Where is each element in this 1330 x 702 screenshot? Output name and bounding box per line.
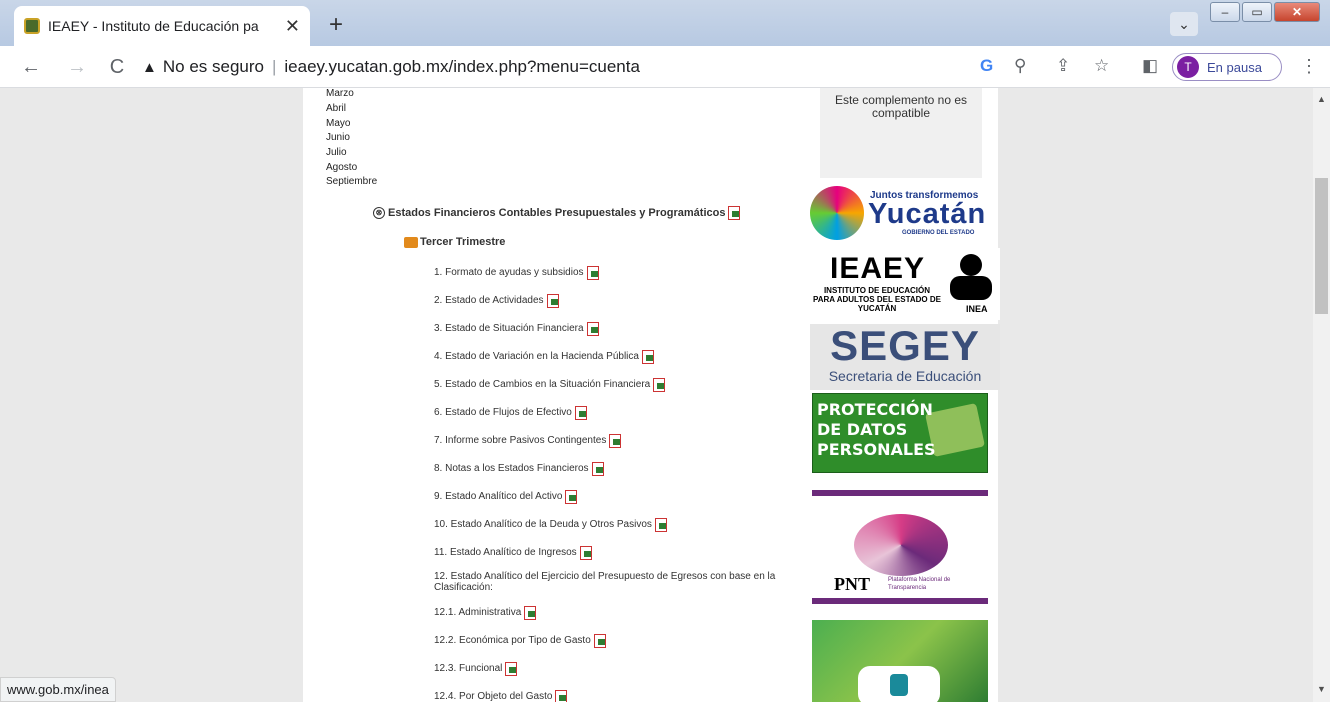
pdf-icon[interactable]: [728, 206, 741, 220]
list-item[interactable]: 12.1. Administrativa: [434, 606, 784, 620]
pdf-icon[interactable]: [586, 266, 599, 280]
pdf-icon[interactable]: [591, 462, 604, 476]
list-item[interactable]: 8. Notas a los Estados Financieros: [434, 462, 784, 476]
subsection-header[interactable]: Tercer Trimestre: [404, 236, 505, 248]
toolbar: ← → C ▲ No es seguro | ieaey.yucatan.gob…: [0, 46, 1330, 88]
tab-search-icon[interactable]: ⌄: [1170, 12, 1198, 36]
ieaey-banner[interactable]: IEAEY INSTITUTO DE EDUCACIÓN PARA ADULTO…: [810, 248, 1000, 320]
pdf-icon[interactable]: [654, 518, 667, 532]
browser-chrome: IEAEY - Instituto de Educación pa ✕ + ⌄ …: [0, 0, 1330, 88]
month-link[interactable]: Agosto: [326, 162, 357, 173]
pdf-icon[interactable]: [586, 322, 599, 336]
reader-head-icon: [960, 254, 982, 276]
month-link[interactable]: Mayo: [326, 118, 350, 129]
list-item[interactable]: 3. Estado de Situación Financiera: [434, 322, 784, 336]
menu-kebab-icon[interactable]: ⋮: [1300, 56, 1318, 77]
security-label[interactable]: No es seguro: [163, 57, 264, 77]
list-item[interactable]: 1. Formato de ayudas y subsidios: [434, 266, 784, 280]
pdf-icon[interactable]: [609, 434, 622, 448]
juntos-yucatan-banner[interactable]: Juntos transformemos Yucatán GOBIERNO DE…: [810, 184, 992, 244]
pdf-icon[interactable]: [565, 490, 578, 504]
new-tab-button[interactable]: +: [322, 12, 350, 40]
avatar: T: [1177, 56, 1199, 78]
url-text[interactable]: ieaey.yucatan.gob.mx/index.php?menu=cuen…: [284, 57, 640, 77]
yucatan-logo-icon: [810, 186, 864, 240]
window-controls: – ▭ ✕: [1210, 2, 1320, 22]
vertical-scrollbar[interactable]: ▲ ▼: [1313, 88, 1330, 702]
address-separator: |: [271, 57, 277, 76]
scroll-up-icon[interactable]: ▲: [1317, 94, 1326, 104]
month-link[interactable]: Abril: [326, 103, 346, 114]
list-item[interactable]: 12.3. Funcional: [434, 662, 784, 676]
warning-icon: ▲: [142, 58, 157, 76]
month-link[interactable]: Julio: [326, 147, 347, 158]
back-button[interactable]: ←: [18, 54, 44, 80]
pdf-icon[interactable]: [546, 294, 559, 308]
proteccion-datos-banner[interactable]: PROTECCIÓN DE DATOS PERSONALES: [812, 393, 988, 473]
list-item[interactable]: 12.2. Económica por Tipo de Gasto: [434, 634, 784, 648]
mexico-map-icon: [854, 514, 948, 576]
list-item[interactable]: 7. Informe sobre Pasivos Contingentes: [434, 434, 784, 448]
section-title: Estados Financieros Contables Presupuest…: [388, 206, 726, 219]
forward-button[interactable]: →: [64, 54, 90, 80]
pdf-icon[interactable]: [505, 662, 518, 676]
list-item[interactable]: 11. Estado Analítico de Ingresos: [434, 546, 784, 560]
list-item[interactable]: 9. Estado Analítico del Activo: [434, 490, 784, 504]
list-item[interactable]: 4. Estado de Variación en la Hacienda Pú…: [434, 350, 784, 364]
section-header[interactable]: ⊗ Estados Financieros Contables Presupue…: [373, 206, 741, 220]
list-item[interactable]: 2. Estado de Actividades: [434, 294, 784, 308]
bookmark-star-icon[interactable]: ☆: [1094, 56, 1109, 76]
sidebar: Este complemento no es compatible Juntos…: [806, 88, 1000, 702]
pdf-icon[interactable]: [641, 350, 654, 364]
zoom-icon[interactable]: ⚲: [1014, 56, 1026, 76]
subsection-title: Tercer Trimestre: [420, 236, 506, 248]
main-content: Marzo Abril Mayo Junio Julio Agosto Sept…: [303, 88, 806, 702]
google-translate-icon[interactable]: G: [980, 56, 993, 76]
share-icon[interactable]: ⇪: [1056, 56, 1070, 76]
inaip-banner[interactable]: [812, 620, 988, 702]
profile-button[interactable]: T En pausa: [1172, 53, 1282, 81]
list-item: 12. Estado Analítico del Ejercicio del P…: [434, 571, 776, 593]
list-item[interactable]: 6. Estado de Flujos de Efectivo: [434, 406, 784, 420]
window-close-button[interactable]: ✕: [1274, 2, 1320, 22]
tab-title: IEAEY - Instituto de Educación pa: [48, 18, 259, 34]
month-link[interactable]: Junio: [326, 132, 350, 143]
address-bar[interactable]: ▲ No es seguro | ieaey.yucatan.gob.mx/in…: [142, 51, 972, 83]
pdf-icon[interactable]: [593, 634, 606, 648]
list-item[interactable]: 10. Estado Analítico de la Deuda y Otros…: [434, 518, 784, 532]
page-viewport: Marzo Abril Mayo Junio Julio Agosto Sept…: [0, 88, 1313, 702]
list-item[interactable]: 5. Estado de Cambios en la Situación Fin…: [434, 378, 784, 392]
list-item[interactable]: 12.4. Por Objeto del Gasto: [434, 690, 784, 702]
month-link[interactable]: Septiembre: [326, 176, 377, 187]
month-link[interactable]: Marzo: [326, 88, 354, 99]
pdf-icon[interactable]: [579, 546, 592, 560]
status-bar-url: www.gob.mx/inea: [0, 677, 116, 702]
segey-banner[interactable]: SEGEY Secretaria de Educación: [810, 324, 1000, 390]
maximize-button[interactable]: ▭: [1242, 2, 1272, 22]
folder-icon: [404, 236, 418, 248]
pdf-icon[interactable]: [653, 378, 666, 392]
pdf-icon[interactable]: [574, 406, 587, 420]
reload-button[interactable]: C: [104, 54, 130, 80]
tab-ieaey[interactable]: IEAEY - Instituto de Educación pa ✕: [14, 6, 310, 46]
scroll-down-icon[interactable]: ▼: [1317, 684, 1326, 694]
plugin-message: Este complemento no es compatible: [820, 88, 982, 178]
scroll-thumb[interactable]: [1315, 178, 1328, 314]
side-panel-icon[interactable]: ◧: [1142, 56, 1158, 76]
minimize-button[interactable]: –: [1210, 2, 1240, 22]
tab-strip: IEAEY - Instituto de Educación pa ✕ + ⌄ …: [0, 0, 1330, 46]
profile-label: En pausa: [1207, 59, 1262, 75]
pdf-icon[interactable]: [524, 606, 537, 620]
info-icon: [890, 674, 908, 696]
favicon-icon: [24, 18, 40, 34]
tab-close-icon[interactable]: ✕: [285, 16, 300, 37]
reader-book-icon: [950, 276, 992, 300]
pnt-banner[interactable]: PNT Plataforma Nacional de Transparencia: [812, 490, 988, 604]
collapse-icon[interactable]: ⊗: [373, 206, 385, 219]
pdf-icon[interactable]: [555, 690, 568, 702]
